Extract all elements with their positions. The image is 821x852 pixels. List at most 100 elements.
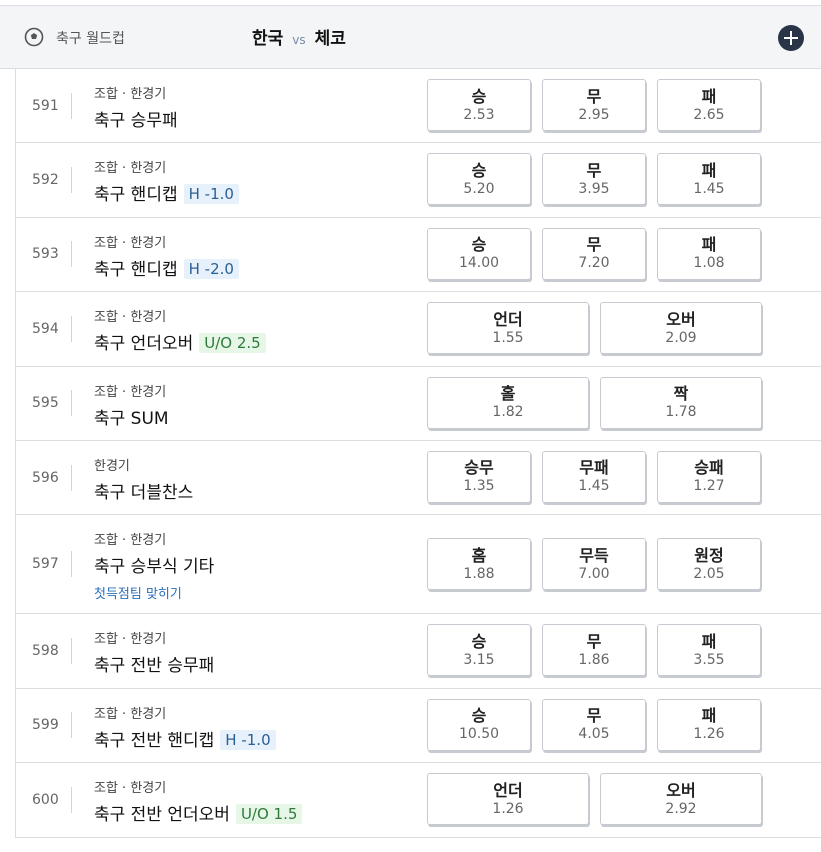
odds-button[interactable]: 원정 2.05: [657, 538, 761, 591]
bet-category: 조합 · 한경기: [94, 235, 167, 251]
handicap-badge: H -1.0: [220, 729, 276, 750]
bet-title: 축구 전반 핸디캡 H -1.0: [94, 726, 276, 751]
odds-button[interactable]: 승 14.00: [427, 227, 531, 280]
odds-button[interactable]: 무패 1.45: [542, 450, 646, 503]
odds-button[interactable]: 무 7.20: [542, 227, 646, 280]
odds-button[interactable]: 무득 7.00: [542, 538, 646, 591]
odds-label: 승: [471, 86, 487, 106]
bet-row: 597 조합 · 한경기 축구 승부식 기타 첫득점팀 맞히기 홈 1.88 무득…: [16, 515, 821, 615]
odds-button[interactable]: 오버 2.09: [600, 302, 762, 355]
odds-button[interactable]: 오버 2.92: [600, 773, 762, 826]
odds-button[interactable]: 승 2.53: [427, 79, 531, 131]
odds-value: 1.26: [693, 726, 725, 743]
odds-value: 10.50: [458, 726, 500, 743]
game-number: 591: [32, 97, 59, 114]
bet-title-text: 축구 승부식 기타: [94, 557, 215, 578]
odds-value: 1.35: [463, 478, 495, 495]
odds-value: 4.05: [578, 726, 610, 743]
add-icon[interactable]: [778, 25, 804, 51]
odds-button[interactable]: 무 2.95: [542, 79, 646, 131]
odds-button[interactable]: 패 3.55: [657, 624, 761, 677]
vs-label: vs: [292, 33, 306, 47]
odds-button[interactable]: 짝 1.78: [600, 376, 762, 429]
odds-value: 2.05: [693, 565, 725, 582]
odds-button[interactable]: 승 10.50: [427, 698, 531, 751]
odds-group: 홈 1.88 무득 7.00 원정 2.05: [427, 538, 761, 591]
odds-value: 1.78: [665, 404, 697, 421]
odds-button[interactable]: 홈 1.88: [427, 538, 531, 591]
odds-label: 무: [586, 235, 602, 255]
odds-button[interactable]: 언더 1.26: [427, 773, 589, 826]
home-team: 한국: [252, 29, 284, 49]
odds-value: 1.45: [693, 180, 725, 197]
odds-label: 짝: [673, 384, 689, 404]
odds-button[interactable]: 무 1.86: [542, 624, 646, 677]
row-separator: [71, 464, 72, 491]
odds-group: 언더 1.26 오버 2.92: [427, 773, 762, 826]
bet-note: 첫득점팀 맞히기: [94, 587, 182, 603]
odds-value: 2.09: [665, 329, 697, 346]
row-separator: [71, 638, 72, 665]
odds-button[interactable]: 무 4.05: [542, 698, 646, 751]
odds-button[interactable]: 승 3.15: [427, 624, 531, 677]
odds-value: 5.20: [463, 180, 495, 197]
odds-value: 3.15: [463, 651, 495, 668]
game-number: 600: [32, 791, 59, 808]
odds-label: 오버: [666, 309, 696, 329]
bet-row: 600 조합 · 한경기 축구 전반 언더오버 U/O 1.5 언더 1.26 오버…: [16, 763, 821, 838]
match-teams: 한국 vs 체코: [252, 24, 346, 49]
odds-value: 1.55: [492, 329, 524, 346]
bet-title: 축구 핸디캡 H -2.0: [94, 255, 239, 280]
bet-row: 596 한경기 축구 더블찬스 승무 1.35 무패 1.45 승패 1.27: [16, 441, 821, 516]
odds-value: 3.55: [693, 651, 725, 668]
bet-row: 598 조합 · 한경기 축구 전반 승무패 승 3.15 무 1.86 패 3.55: [16, 614, 821, 689]
bet-category: 조합 · 한경기: [94, 161, 167, 177]
bet-row: 595 조합 · 한경기 축구 SUM 홀 1.82 짝 1.78: [16, 367, 821, 441]
odds-value: 1.26: [492, 800, 524, 817]
odds-value: 2.95: [578, 106, 610, 123]
bet-row: 599 조합 · 한경기 축구 전반 핸디캡 H -1.0 승 10.50 무 4.0…: [16, 689, 821, 764]
odds-value: 14.00: [458, 255, 500, 272]
row-separator: [71, 390, 72, 417]
away-team: 체코: [314, 29, 346, 49]
odds-group: 승 2.53 무 2.95 패 2.65: [427, 79, 761, 131]
odds-value: 1.27: [693, 478, 725, 495]
bet-title: 축구 SUM: [94, 404, 169, 429]
bet-category: 한경기: [94, 458, 130, 474]
handicap-badge: H -2.0: [183, 258, 239, 279]
game-number: 593: [32, 246, 59, 263]
odds-value: 7.00: [578, 565, 610, 582]
odds-button[interactable]: 패 1.45: [657, 153, 761, 206]
odds-button[interactable]: 언더 1.55: [427, 302, 589, 355]
odds-button[interactable]: 승무 1.35: [427, 450, 531, 503]
odds-value: 1.82: [492, 404, 524, 421]
odds-value: 1.86: [578, 651, 610, 668]
under-over-badge: U/O 1.5: [235, 804, 303, 825]
odds-value: 2.92: [665, 800, 697, 817]
row-separator: [71, 92, 72, 119]
bet-title: 축구 승부식 기타: [94, 552, 214, 577]
odds-label: 패: [701, 706, 717, 726]
odds-group: 홀 1.82 짝 1.78: [427, 376, 762, 429]
row-separator: [71, 786, 72, 813]
bet-row: 593 조합 · 한경기 축구 핸디캡 H -2.0 승 14.00 무 7.20 패…: [16, 218, 821, 293]
game-number: 592: [32, 172, 59, 189]
odds-button[interactable]: 무 3.95: [542, 153, 646, 206]
odds-button[interactable]: 승패 1.27: [657, 450, 761, 503]
odds-button[interactable]: 승 5.20: [427, 153, 531, 206]
match-header: 축구 월드컵 한국 vs 체코: [0, 6, 821, 69]
league-name: 축구 월드컵: [56, 31, 125, 47]
odds-group: 승무 1.35 무패 1.45 승패 1.27: [427, 450, 761, 503]
odds-button[interactable]: 패 1.08: [657, 227, 761, 280]
bet-title-text: 축구 전반 핸디캡: [94, 730, 215, 751]
bet-list: 591 조합 · 한경기 축구 승무패 승 2.53 무 2.95 패 2.65 59…: [15, 69, 821, 838]
bet-title: 축구 핸디캡 H -1.0: [94, 180, 239, 205]
odds-label: 승: [471, 235, 487, 255]
odds-button[interactable]: 패 2.65: [657, 79, 761, 131]
row-separator: [71, 315, 72, 342]
odds-button[interactable]: 패 1.26: [657, 698, 761, 751]
bet-title-text: 축구 핸디캡: [94, 185, 178, 206]
odds-button[interactable]: 홀 1.82: [427, 376, 589, 429]
odds-group: 승 10.50 무 4.05 패 1.26: [427, 698, 761, 751]
odds-label: 승무: [464, 458, 494, 478]
